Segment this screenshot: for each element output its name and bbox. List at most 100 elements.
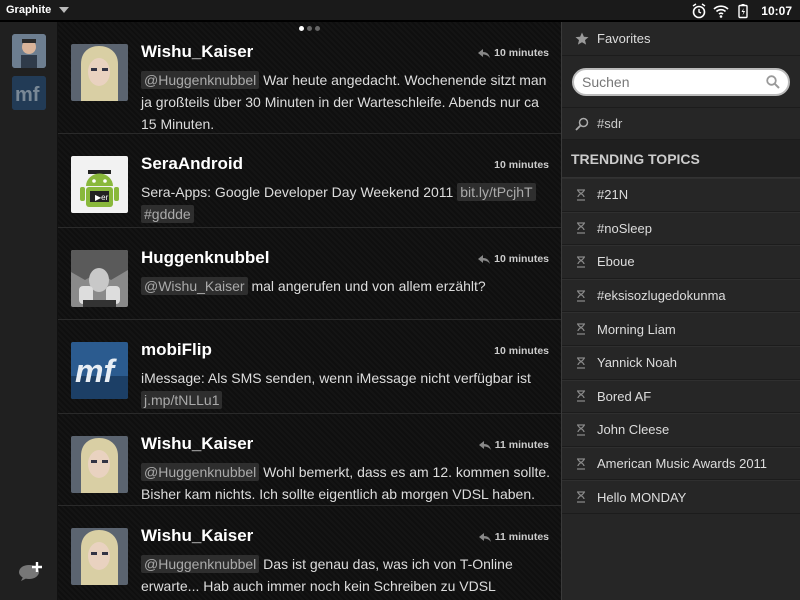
tweet-item[interactable]: Wishu_Kaiser 10 minutes @Huggenknubbel W… <box>58 22 561 134</box>
app-menu-chevron-down-icon[interactable] <box>59 7 70 13</box>
saved-search-item[interactable]: #sdr <box>562 108 800 140</box>
side-panel: Favorites #sdr TRENDING TOPICS #21N #noSl… <box>561 22 800 600</box>
mention-link[interactable]: @Huggenknubbel <box>141 71 260 89</box>
trending-topic-item[interactable]: John Cleese <box>562 413 800 447</box>
hashtag-link[interactable]: #gddde <box>141 205 194 223</box>
search-area <box>562 56 800 108</box>
mention-link[interactable]: @Huggenknubbel <box>141 555 260 573</box>
trend-icon <box>577 323 585 335</box>
tweet-item[interactable]: Wishu_Kaiser 11 minutes @Huggenknubbel D… <box>58 506 561 600</box>
trending-topic-item[interactable]: Eboue <box>562 245 800 279</box>
avatar-blonde-image <box>71 436 128 493</box>
app-name[interactable]: Graphite <box>6 4 51 16</box>
tweet-time: 10 minutes <box>494 159 549 171</box>
svg-text:mf: mf <box>15 84 40 106</box>
avatar-blonde-image <box>71 528 128 585</box>
trend-icon <box>577 256 585 268</box>
account-rail: mf <box>0 22 58 600</box>
mobiflip-account-icon[interactable]: mf <box>12 76 46 110</box>
tweet-time: 10 minutes <box>478 47 549 59</box>
mention-link[interactable]: @Huggenknubbel <box>141 463 260 481</box>
alarm-icon <box>692 2 706 18</box>
status-bar: Graphite 10:07 <box>0 0 800 21</box>
saved-search-label: #sdr <box>597 116 623 131</box>
compose-tweet-icon[interactable] <box>18 560 44 582</box>
trending-topic-label: Morning Liam <box>597 321 676 337</box>
trending-topics-list: #21N #noSleep Eboue #eksisozlugedokunma Morn… <box>562 178 800 514</box>
tweet-text: @Huggenknubbel War heute angedacht. Woch… <box>141 71 547 132</box>
user-avatar[interactable] <box>71 528 128 585</box>
search-box[interactable] <box>572 67 790 96</box>
trending-topic-label: Yannick Noah <box>597 355 677 371</box>
tweet-text: @Huggenknubbel Wohl bemerkt, dass es am … <box>141 463 551 502</box>
battery-charging-icon <box>738 3 748 18</box>
trending-topic-label: #21N <box>597 187 629 203</box>
search-input[interactable] <box>582 73 766 90</box>
reply-icon <box>478 440 491 450</box>
svg-text:mf: mf <box>75 353 117 389</box>
tweet-text: @Wishu_Kaiser mal angerufen und von alle… <box>141 275 551 297</box>
tweet-username[interactable]: Wishu_Kaiser <box>141 42 253 62</box>
account-avatar[interactable] <box>12 34 46 68</box>
trending-topic-label: American Music Awards 2011 <box>597 456 768 472</box>
tweet-time: 11 minutes <box>478 439 549 451</box>
tweet-username[interactable]: Huggenknubbel <box>141 248 269 268</box>
tweet-time: 11 minutes <box>478 531 549 543</box>
url-link[interactable]: bit.ly/tPcjhT <box>457 183 536 201</box>
trending-topic-label: Hello MONDAY <box>597 489 687 505</box>
user-avatar[interactable] <box>71 436 128 493</box>
trending-topic-item[interactable]: Yannick Noah <box>562 345 800 380</box>
trend-icon <box>577 189 585 201</box>
avatar-blonde-image <box>71 44 128 101</box>
user-avatar[interactable]: mf <box>71 342 128 399</box>
user-avatar[interactable] <box>71 44 128 101</box>
mention-link[interactable]: @Wishu_Kaiser <box>141 277 248 295</box>
trend-icon <box>577 390 585 403</box>
tweet-item[interactable]: Wishu_Kaiser 11 minutes @Huggenknubbel W… <box>58 414 561 506</box>
wifi-icon <box>713 4 729 18</box>
tweet-time: 10 minutes <box>478 253 549 265</box>
trend-icon <box>577 357 585 369</box>
trending-topic-item[interactable]: #noSleep <box>562 211 800 246</box>
trend-icon <box>577 222 585 235</box>
reply-icon <box>478 532 491 542</box>
user-avatar[interactable]: ▶er <box>71 156 128 213</box>
tweet-text: iMessage: Als SMS senden, wenn iMessage … <box>141 370 531 409</box>
mobiflip-logo-icon: mf <box>12 76 46 110</box>
url-link[interactable]: j.mp/tNLLu1 <box>141 391 223 409</box>
trending-topic-item[interactable]: #eksisozlugedokunma <box>562 278 800 313</box>
trend-icon <box>577 289 585 302</box>
star-icon <box>575 32 589 45</box>
trending-topic-label: #eksisozlugedokunma <box>597 288 726 304</box>
tweet-item[interactable]: Huggenknubbel 10 minutes @Wishu_Kaiser m… <box>58 228 561 320</box>
tweet-text: Sera-Apps: Google Developer Day Weekend … <box>141 181 551 225</box>
tweet-username[interactable]: Wishu_Kaiser <box>141 434 253 454</box>
tweet-username[interactable]: mobiFlip <box>141 340 212 360</box>
tweet-text: @Huggenknubbel Das ist genau das, was ic… <box>141 555 513 594</box>
tweet-item[interactable]: ▶er SeraAndroid 10 minutes Sera-Apps: Go… <box>58 134 561 228</box>
search-icon[interactable] <box>766 74 780 89</box>
favorites-item[interactable]: Favorites <box>562 22 800 56</box>
trending-topic-item[interactable]: Hello MONDAY <box>562 480 800 514</box>
tweet-item[interactable]: mf mobiFlip 10 minutes iMessage: Als SMS… <box>58 320 561 414</box>
timeline[interactable]: Wishu_Kaiser 10 minutes @Huggenknubbel W… <box>58 22 561 600</box>
svg-text:▶er: ▶er <box>95 193 109 202</box>
avatar-grayscale-image <box>71 250 128 307</box>
trending-topic-item[interactable]: Morning Liam <box>562 312 800 346</box>
trend-icon <box>577 424 585 436</box>
trending-topic-item[interactable]: Bored AF <box>562 379 800 414</box>
status-indicators: 10:07 <box>691 0 792 21</box>
trending-topic-label: John Cleese <box>597 422 670 438</box>
user-avatar[interactable] <box>71 250 128 307</box>
trending-topics-heading: TRENDING TOPICS <box>562 140 800 178</box>
clock: 10:07 <box>761 3 792 18</box>
favorites-label: Favorites <box>597 31 651 46</box>
trending-topic-item[interactable]: American Music Awards 2011 <box>562 446 800 481</box>
tweet-username[interactable]: SeraAndroid <box>141 154 243 174</box>
trending-topic-label: Eboue <box>597 254 635 270</box>
trend-icon <box>577 457 585 470</box>
tweet-username[interactable]: Wishu_Kaiser <box>141 526 253 546</box>
trending-topic-item[interactable]: #21N <box>562 178 800 212</box>
trending-topic-label: #noSleep <box>597 220 652 236</box>
mobiflip-logo-icon: mf <box>71 342 128 399</box>
